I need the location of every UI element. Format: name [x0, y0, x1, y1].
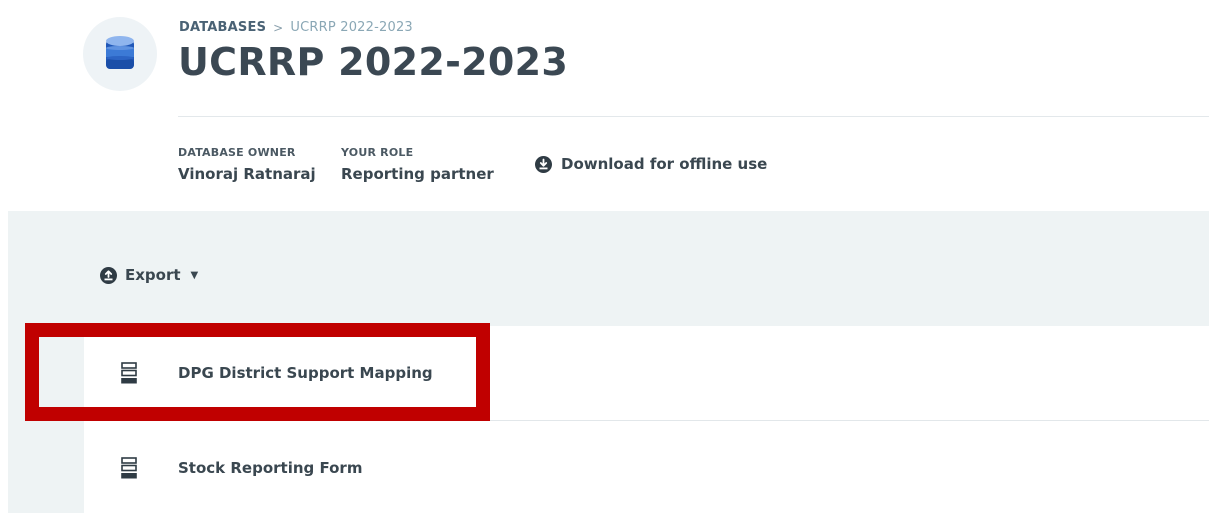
export-label: Export — [125, 266, 181, 284]
database-owner-value: Vinoraj Ratnaraj — [178, 165, 316, 183]
download-icon — [535, 155, 552, 173]
export-button[interactable]: Export ▼ — [100, 266, 198, 284]
database-avatar — [83, 17, 157, 91]
breadcrumb-current: UCRRP 2022-2023 — [290, 20, 413, 35]
database-owner: DATABASE OWNER Vinoraj Ratnaraj — [178, 146, 316, 183]
list-item-stock-reporting-form[interactable]: Stock Reporting Form — [84, 421, 1209, 515]
your-role-value: Reporting partner — [341, 165, 494, 183]
database-owner-label: DATABASE OWNER — [178, 146, 296, 159]
your-role-label: YOUR ROLE — [341, 146, 414, 159]
form-icon — [121, 362, 137, 384]
your-role: YOUR ROLE Reporting partner — [341, 146, 494, 183]
page-title: UCRRP 2022-2023 — [178, 40, 569, 84]
header-divider — [178, 116, 1209, 117]
breadcrumb: DATABASES > UCRRP 2022-2023 — [179, 20, 413, 35]
chevron-down-icon: ▼ — [190, 269, 199, 281]
download-offline-button[interactable]: Download for offline use — [535, 155, 767, 173]
form-icon — [121, 457, 137, 479]
breadcrumb-databases-link[interactable]: DATABASES — [179, 20, 266, 35]
download-offline-label: Download for offline use — [561, 155, 768, 173]
database-icon — [106, 36, 134, 69]
upload-icon — [100, 266, 117, 284]
list-item-label: DPG District Support Mapping — [178, 364, 433, 382]
list-item-label: Stock Reporting Form — [178, 459, 363, 477]
breadcrumb-separator: > — [273, 20, 284, 35]
form-list: DPG District Support Mapping Stock Repor… — [84, 326, 1209, 513]
list-item-dpg-district-support-mapping[interactable]: DPG District Support Mapping — [84, 326, 1209, 421]
